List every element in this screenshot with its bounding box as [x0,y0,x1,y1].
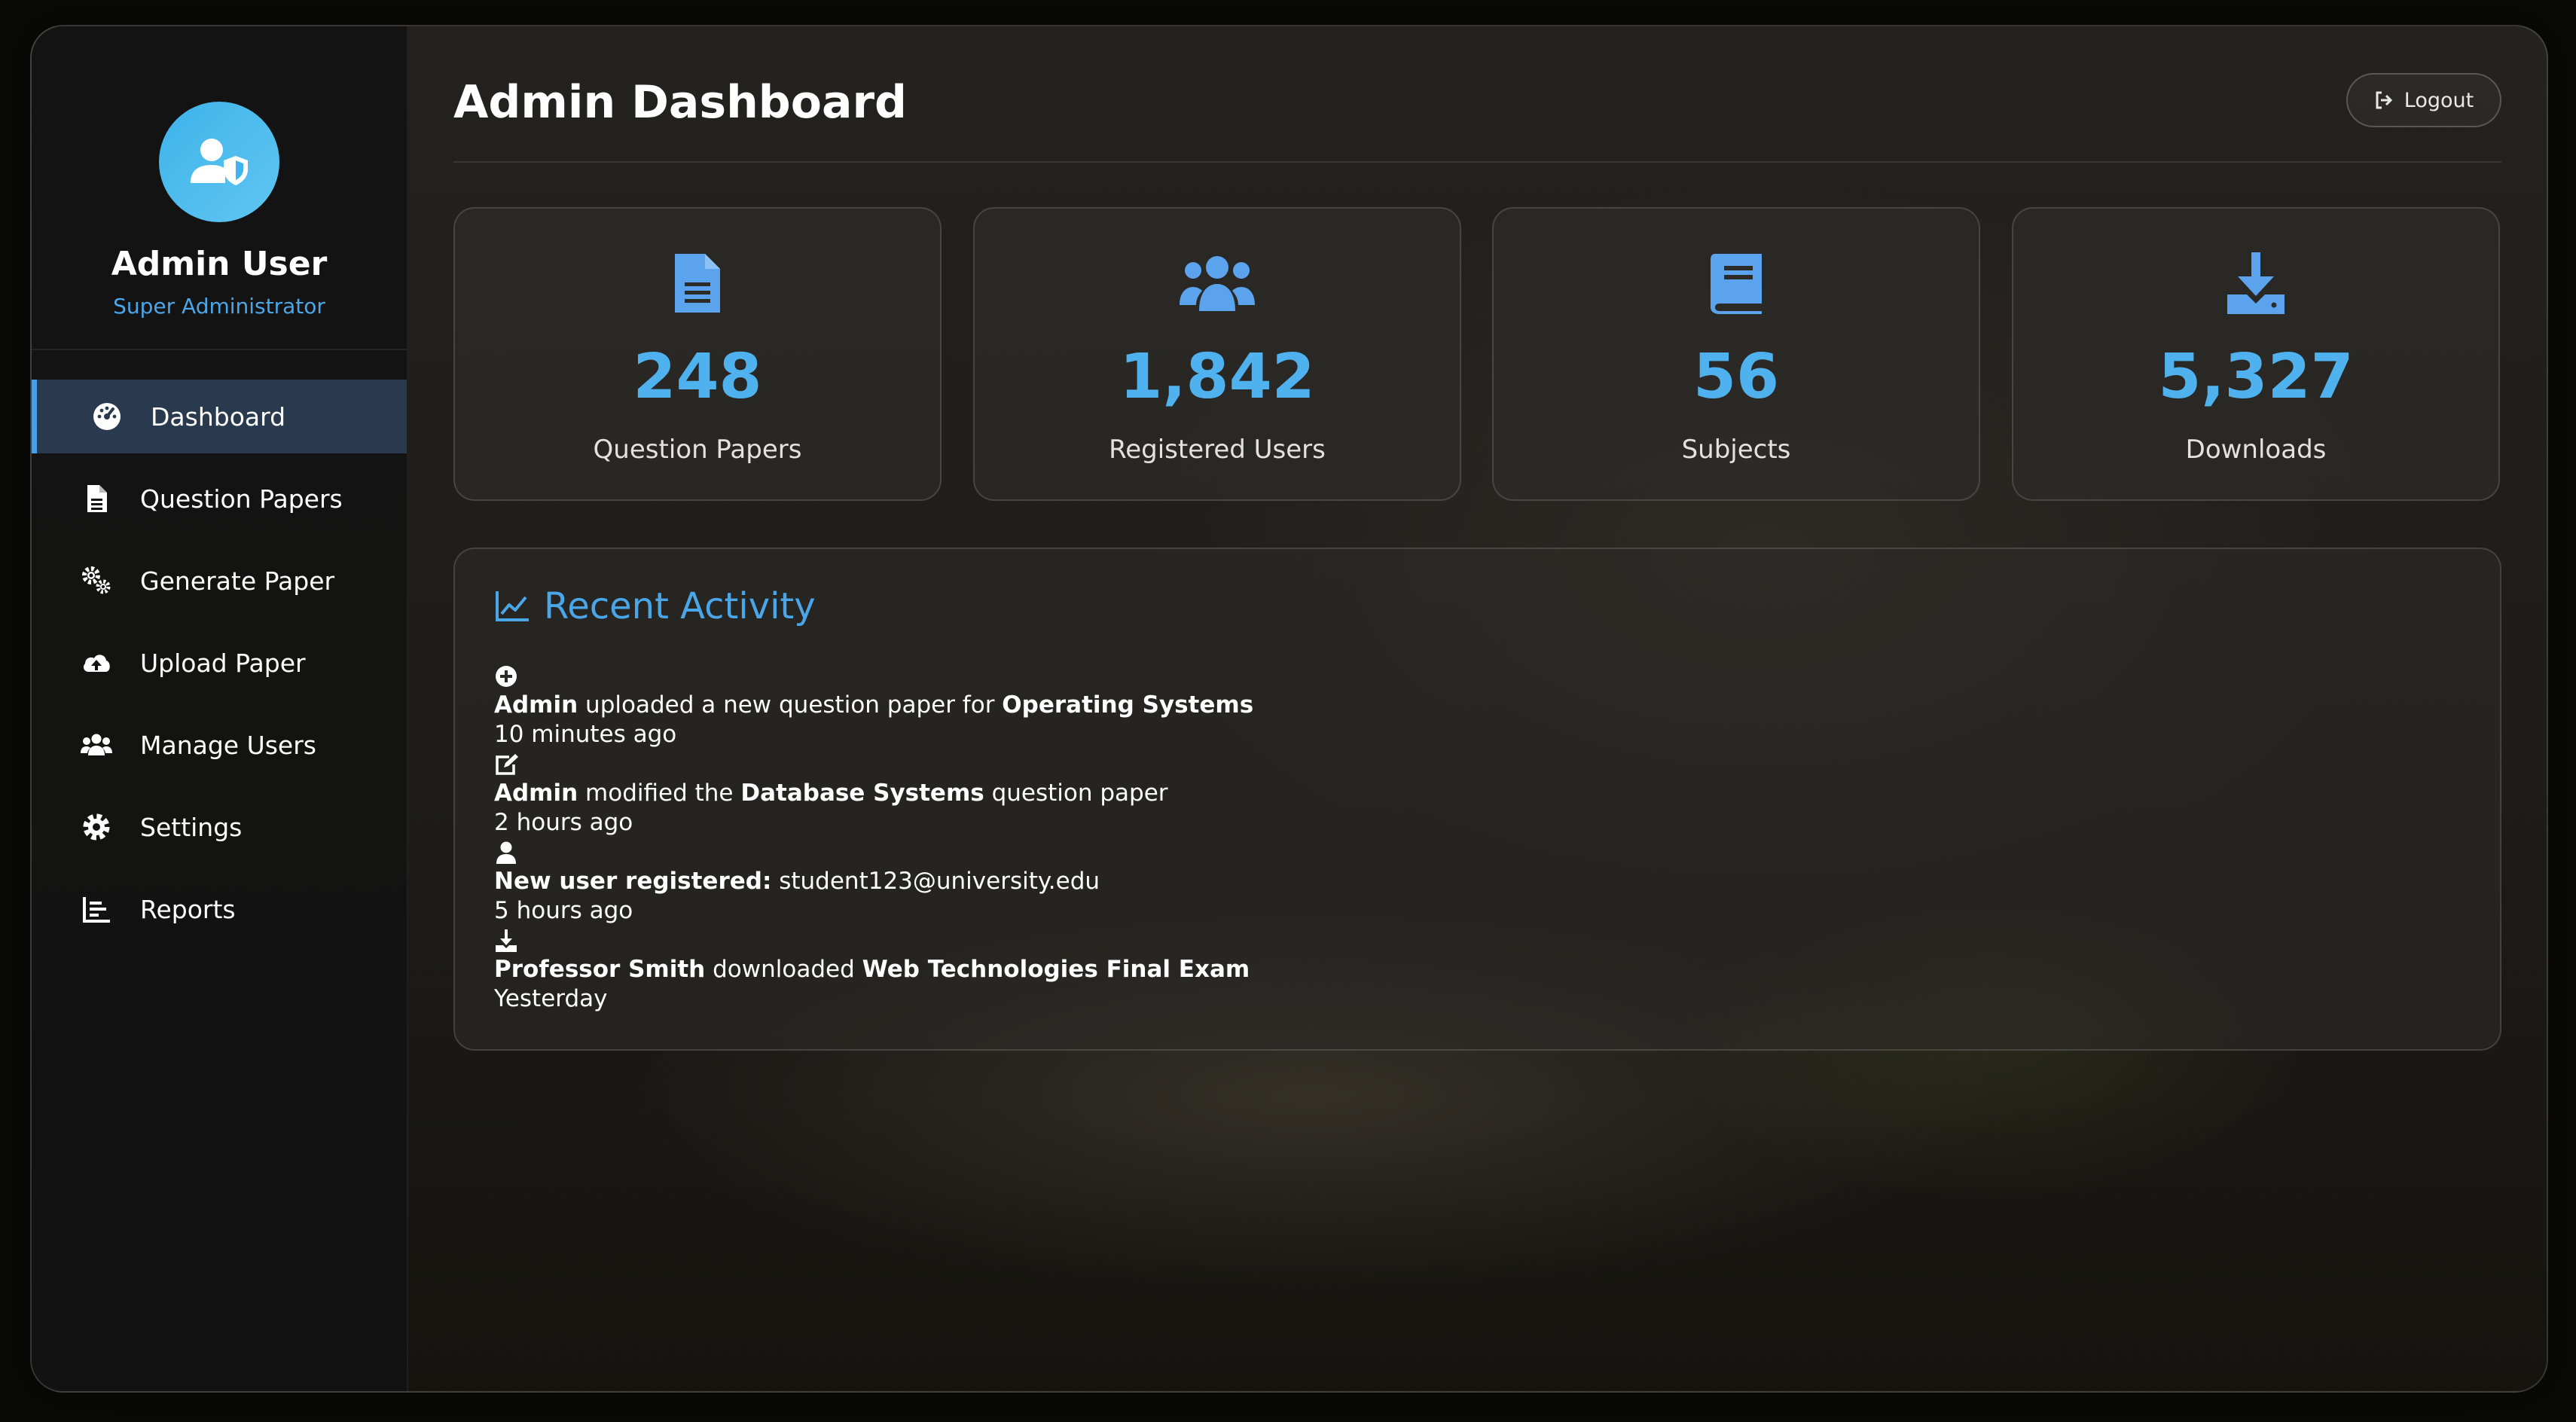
sidebar-item-label: Question Papers [140,484,343,514]
stat-value: 56 [1692,341,1780,413]
sidebar-item-label: Manage Users [140,730,316,760]
sidebar-item-label: Reports [140,894,236,924]
user-icon [494,838,1253,867]
stats-row: 248 Question Papers 1,842 Registered Use… [453,207,2501,501]
stat-label: Downloads [2185,435,2327,465]
activity-item: Admin uploaded a new question paper for … [494,662,1253,750]
users-icon [975,251,1460,314]
cloud-upload-icon [78,645,114,681]
activity-item: Admin modified the Database Systems ques… [494,750,1253,838]
activity-time: 10 minutes ago [494,721,677,748]
sidebar-item-label: Generate Paper [140,566,335,596]
sidebar-item-generate-paper[interactable]: Generate Paper [32,544,407,618]
chart-line-icon [496,591,529,621]
sign-out-icon [2376,91,2392,109]
stat-card-question-papers: 248 Question Papers [453,207,942,501]
activity-time: 5 hours ago [494,897,633,924]
stat-label: Question Papers [593,435,802,465]
download-icon [494,926,1253,955]
stat-value: 1,842 [1119,341,1315,413]
file-alt-icon [455,251,940,316]
activity-time: 2 hours ago [494,809,633,836]
recent-activity-panel: Recent Activity Admin uploaded a new que… [453,548,2501,1051]
profile-name: Admin User [111,245,328,283]
stat-card-registered-users: 1,842 Registered Users [973,207,1461,501]
admin-avatar-icon [159,102,279,222]
gear-icon [78,809,114,845]
file-icon [78,481,114,517]
sidebar-item-manage-users[interactable]: Manage Users [32,708,407,782]
activity-text: Admin uploaded a new question paper for … [494,691,1254,719]
logout-label: Logout [2404,88,2474,112]
activity-list: Admin uploaded a new question paper for … [494,662,1253,1015]
sidebar-item-reports[interactable]: Reports [32,872,407,946]
sidebar-item-upload-paper[interactable]: Upload Paper [32,626,407,700]
sidebar: Admin User Super Administrator Dashboard… [32,26,408,1391]
sidebar-item-label: Upload Paper [140,648,306,678]
activity-item: New user registered: student123@universi… [494,838,1253,926]
recent-activity-title: Recent Activity [544,585,816,627]
activity-item: Professor Smith downloaded Web Technolog… [494,926,1253,1015]
stat-card-downloads: 5,327 Downloads [2012,207,2500,501]
stat-label: Registered Users [1109,435,1326,465]
logout-button[interactable]: Logout [2346,73,2501,127]
profile-section: Admin User Super Administrator [32,26,407,350]
recent-activity-heading: Recent Activity [494,585,816,627]
edit-icon [494,750,1253,779]
activity-text: New user registered: student123@universi… [494,868,1100,895]
sidebar-item-dashboard[interactable]: Dashboard [32,380,407,453]
download-icon [2013,251,2498,316]
stat-value: 5,327 [2158,341,2354,413]
stat-label: Subjects [1681,435,1791,465]
users-icon [78,727,114,763]
plus-circle-icon [494,662,1253,691]
sidebar-nav: Dashboard Question Papers Generate Paper… [32,380,407,954]
stat-card-subjects: 56 Subjects [1492,207,1980,501]
sidebar-item-question-papers[interactable]: Question Papers [32,462,407,536]
activity-time: Yesterday [494,985,608,1012]
page-title: Admin Dashboard [453,76,907,129]
header-divider [453,161,2501,163]
stat-value: 248 [633,341,762,413]
app-window: Admin User Super Administrator Dashboard… [30,25,2548,1393]
activity-text: Professor Smith downloaded Web Technolog… [494,956,1250,983]
sidebar-item-label: Settings [140,812,243,842]
activity-text: Admin modified the Database Systems ques… [494,780,1168,807]
chart-bar-icon [78,891,114,927]
book-icon [1494,251,1979,316]
profile-role: Super Administrator [113,294,325,319]
sidebar-item-label: Dashboard [151,401,286,432]
gauge-icon [89,398,125,435]
cogs-icon [78,563,114,599]
sidebar-item-settings[interactable]: Settings [32,790,407,864]
